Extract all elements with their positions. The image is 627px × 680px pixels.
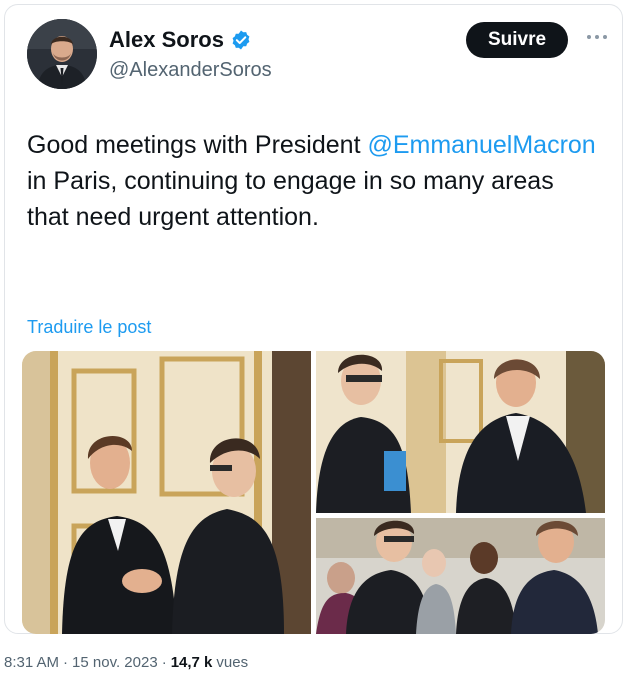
mention-link[interactable]: @EmmanuelMacron <box>367 131 595 159</box>
verified-badge-icon <box>230 29 252 51</box>
tweet-text-after: in Paris, continuing to engage in so man… <box>27 167 554 231</box>
meta-separator: · <box>63 654 69 671</box>
tweet-text: Good meetings with President @EmmanuelMa… <box>27 127 597 235</box>
photo-1[interactable] <box>22 351 311 634</box>
author-handle[interactable]: @AlexanderSoros <box>109 59 272 82</box>
tweet-meta: 8:31 AM · 15 nov. 2023 · 14,7 k vues <box>4 654 248 671</box>
translate-link[interactable]: Traduire le post <box>27 317 151 338</box>
meta-separator-2: · <box>161 654 167 671</box>
views-label: vues <box>216 654 249 671</box>
author-display-name[interactable]: Alex Soros <box>109 27 224 53</box>
avatar[interactable] <box>27 19 97 89</box>
photo-2[interactable] <box>316 351 605 513</box>
views-count: 14,7 k <box>170 654 213 671</box>
tweet-time[interactable]: 8:31 AM <box>4 654 59 671</box>
photo-3[interactable] <box>316 518 605 634</box>
profile-photo-icon <box>27 19 97 89</box>
more-horizontal-icon[interactable] <box>583 27 611 47</box>
follow-button[interactable]: Suivre <box>466 22 568 58</box>
media-grid <box>22 351 605 634</box>
author-name-row[interactable]: Alex Soros <box>109 27 252 53</box>
tweet-text-before: Good meetings with President <box>27 131 368 159</box>
tweet-date[interactable]: 15 nov. 2023 <box>72 654 158 671</box>
